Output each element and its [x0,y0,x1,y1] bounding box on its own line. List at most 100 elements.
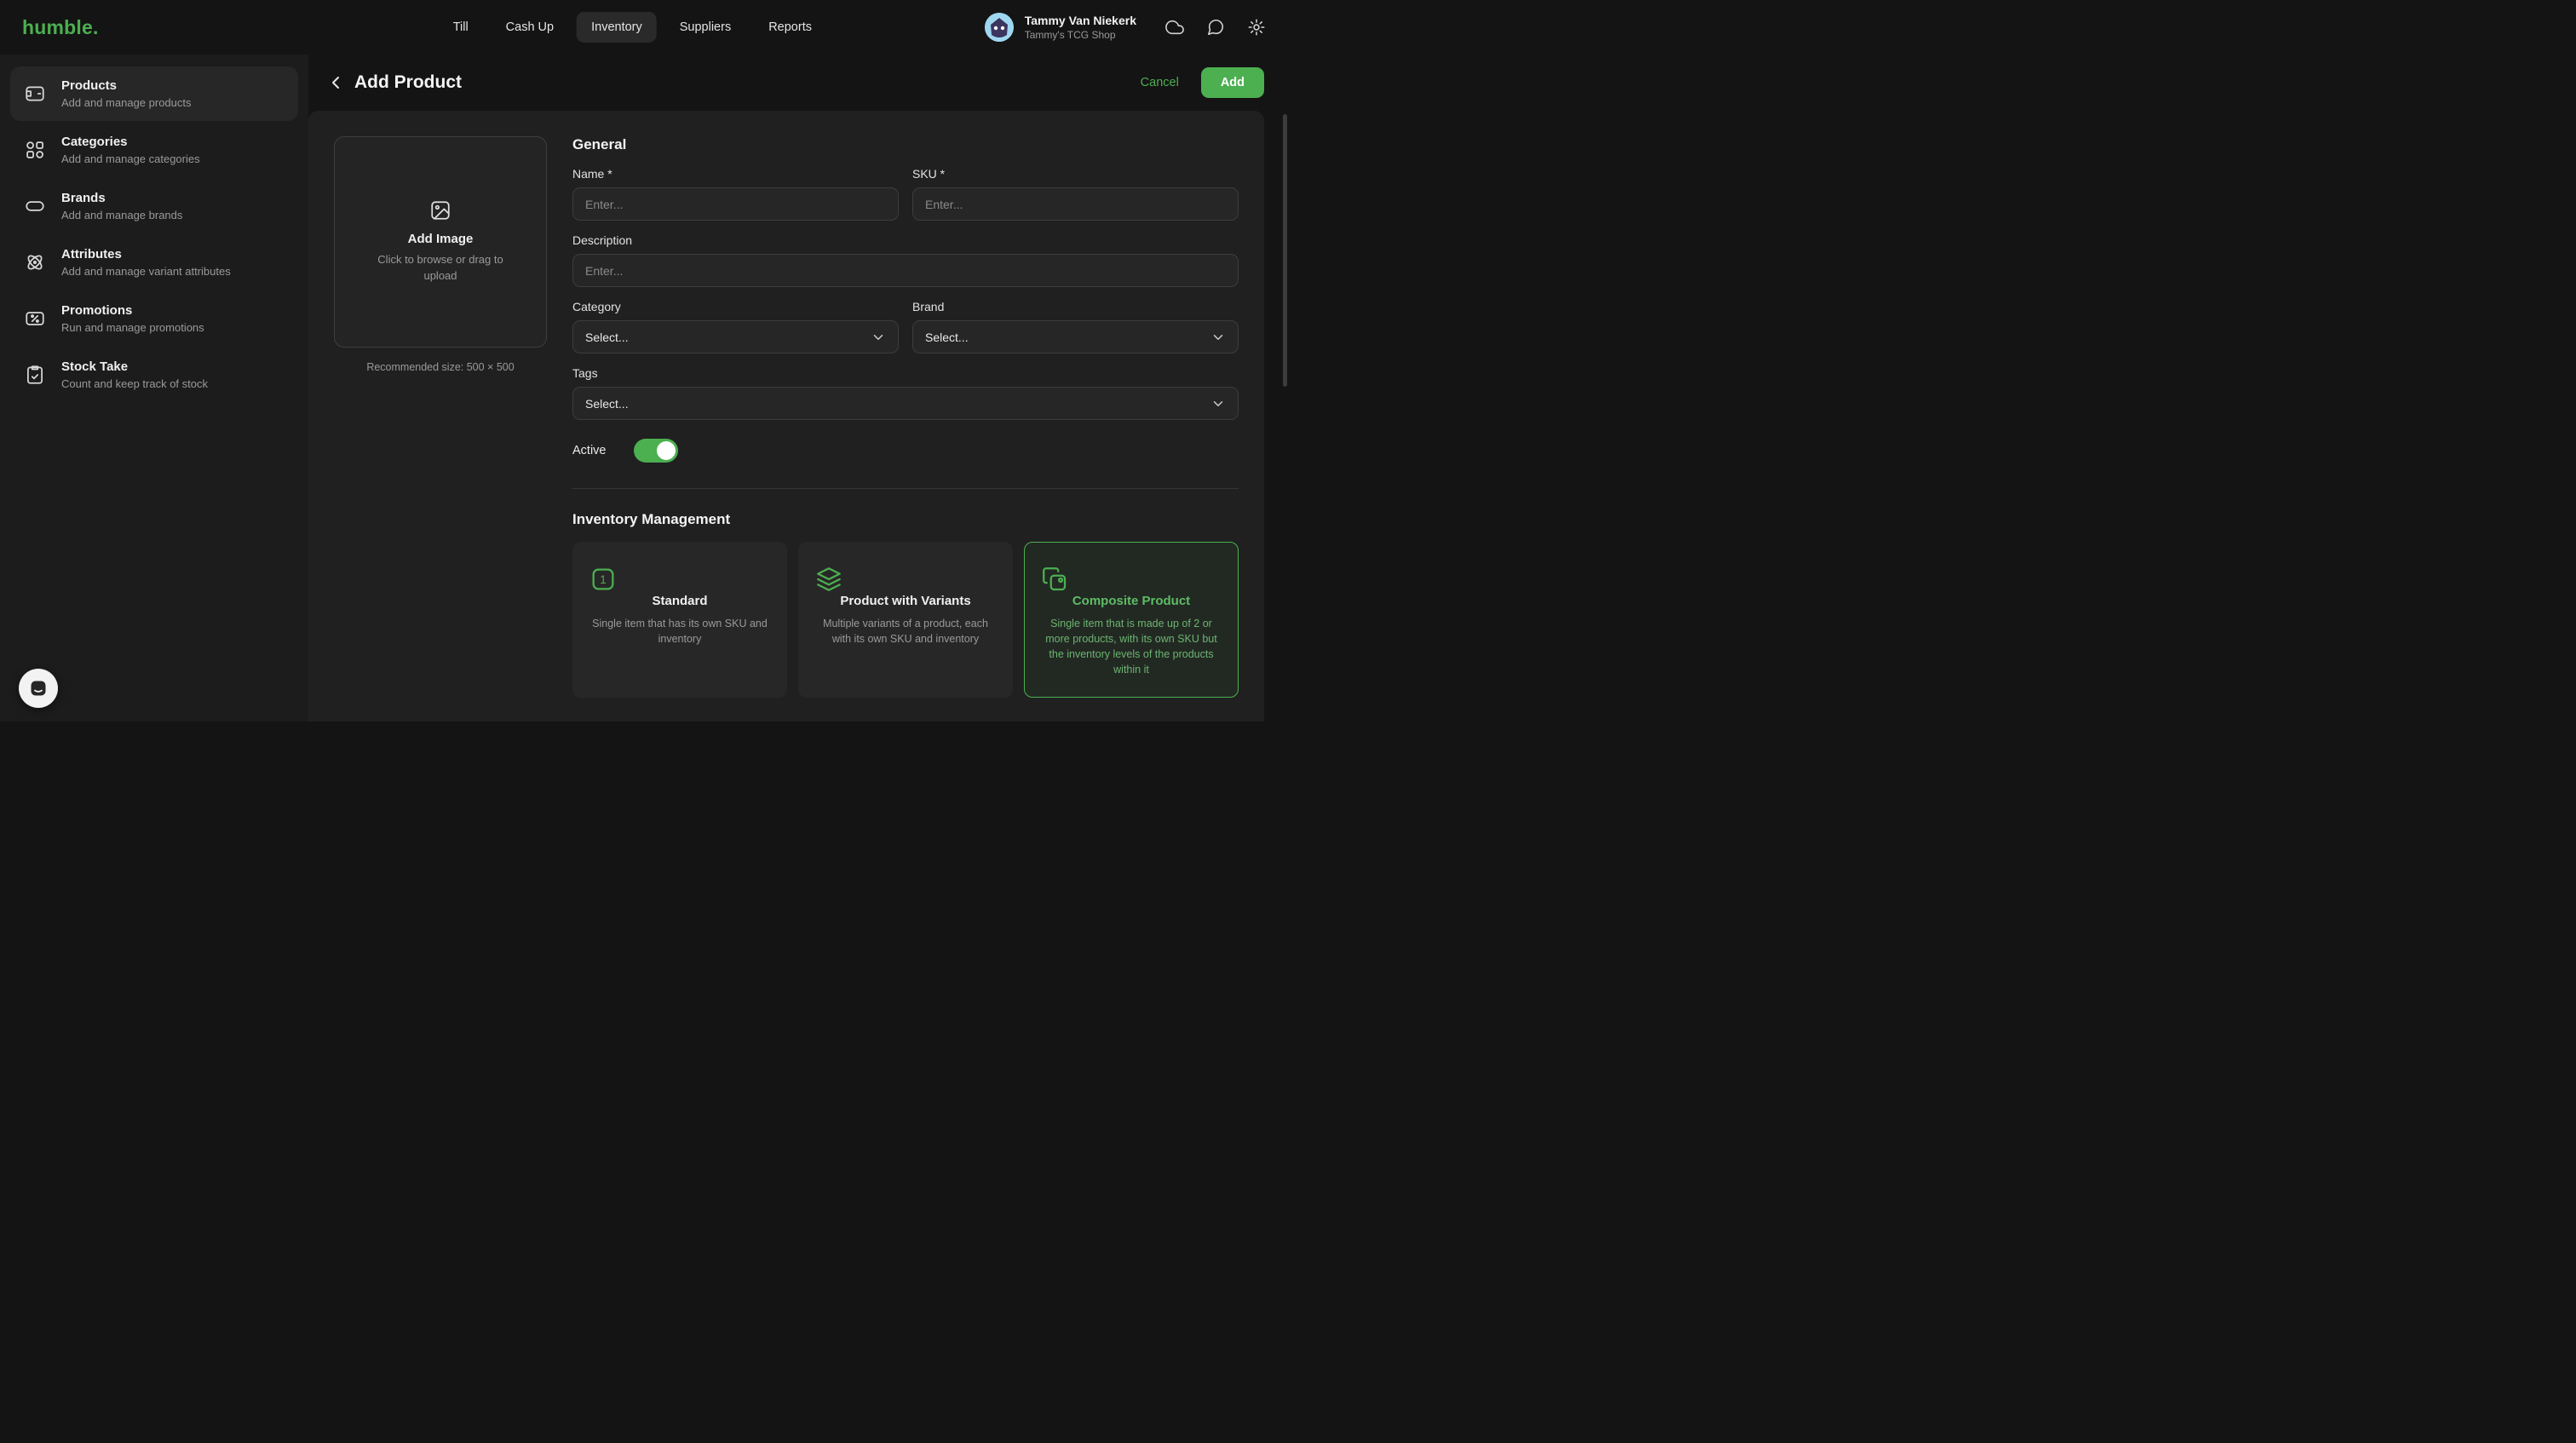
sku-input[interactable] [912,187,1239,221]
user-name: Tammy Van Niekerk [1025,14,1136,27]
sidebar-item-promotions[interactable]: Promotions Run and manage promotions [10,291,298,346]
primary-nav: Till Cash Up Inventory Suppliers Reports [439,0,826,55]
app: humble. Till Cash Up Inventory Suppliers… [0,0,1288,722]
section-divider [572,488,1239,489]
inventory-type-options: 1 Standard Single item that has its own … [572,542,1239,698]
upload-size-hint: Recommended size: 500 × 500 [334,361,547,373]
name-label: Name * [572,167,899,181]
category-select-value: Select... [585,331,629,344]
tags-label: Tags [572,366,1239,380]
tags-select-value: Select... [585,397,629,411]
active-row: Active [572,439,1239,463]
sidebar-item-subtitle: Count and keep track of stock [61,377,208,390]
standard-icon: 1 [589,565,771,594]
chevron-down-icon [871,330,886,345]
stock-take-icon [24,364,46,386]
upload-title: Add Image [408,232,474,246]
user-meta: Tammy Van Niekerk Tammy's TCG Shop [1025,14,1136,41]
description-field: Description [572,233,1239,287]
sidebar-item-categories[interactable]: Categories Add and manage categories [10,123,298,177]
inventory-option-description: Single item that has its own SKU and inv… [589,616,771,647]
sidebar-item-title: Brands [61,191,182,205]
toggle-knob [657,441,676,460]
sidebar-item-stock-take[interactable]: Stock Take Count and keep track of stock [10,348,298,402]
inventory-option-title: Composite Product [1040,594,1222,608]
chat-icon[interactable] [1206,18,1225,37]
inventory-section-title: Inventory Management [572,511,1239,528]
sidebar-item-products[interactable]: Products Add and manage products [10,66,298,121]
add-product-panel: Add Image Click to browse or drag to upl… [308,111,1264,722]
active-toggle[interactable] [634,439,678,463]
image-upload-dropzone[interactable]: Add Image Click to browse or drag to upl… [334,136,547,348]
settings-gear-icon[interactable] [1247,18,1266,37]
inventory-option-title: Product with Variants [814,594,997,608]
sidebar-item-subtitle: Add and manage categories [61,152,200,165]
sidebar-item-subtitle: Add and manage variant attributes [61,265,231,278]
chevron-down-icon [1210,330,1226,345]
tags-select[interactable]: Select... [572,387,1239,420]
inventory-option-variants[interactable]: Product with Variants Multiple variants … [798,542,1013,698]
active-label: Active [572,444,607,457]
sidebar-item-subtitle: Add and manage products [61,96,192,109]
nav-inventory[interactable]: Inventory [577,12,657,43]
name-field: Name * [572,167,899,221]
name-input[interactable] [572,187,899,221]
header-actions: Cancel Add [1141,67,1264,98]
categories-icon [24,139,46,161]
scrollbar[interactable] [1283,114,1287,387]
sku-label: SKU * [912,167,1239,181]
nav-suppliers[interactable]: Suppliers [665,12,745,43]
chevron-down-icon [1210,396,1226,411]
upload-subtitle: Click to browse or drag to upload [360,252,520,285]
sidebar-item-subtitle: Add and manage brands [61,209,182,221]
sidebar: Products Add and manage products Categor… [0,55,308,722]
page-header: Add Product Cancel Add [308,55,1288,111]
image-upload-column: Add Image Click to browse or drag to upl… [334,136,547,722]
sidebar-item-title: Products [61,78,192,93]
svg-text:1: 1 [600,573,606,586]
variants-icon [814,565,997,594]
composite-icon [1040,565,1222,594]
products-icon [24,83,46,105]
user-shop-name: Tammy's TCG Shop [1025,29,1136,41]
nav-cash-up[interactable]: Cash Up [492,12,568,43]
sidebar-item-title: Stock Take [61,359,208,374]
main-content: Add Product Cancel Add Add Image Click t… [308,55,1288,722]
user-cluster: Tammy Van Niekerk Tammy's TCG Shop [985,13,1266,42]
promotions-icon [24,308,46,330]
sidebar-item-brands[interactable]: Brands Add and manage brands [10,179,298,233]
brand-logo: humble. [22,16,99,39]
sidebar-item-title: Promotions [61,303,204,318]
inventory-option-composite[interactable]: Composite Product Single item that is ma… [1024,542,1239,698]
brand-field: Brand Select... [912,300,1239,354]
attributes-icon [24,251,46,273]
support-chat-launcher[interactable] [19,669,58,708]
brand-select-value: Select... [925,331,969,344]
top-navbar: humble. Till Cash Up Inventory Suppliers… [0,0,1288,55]
avatar[interactable] [985,13,1014,42]
inventory-option-description: Single item that is made up of 2 or more… [1040,616,1222,678]
category-field: Category Select... [572,300,899,354]
brand-select[interactable]: Select... [912,320,1239,354]
messenger-icon [28,678,49,699]
brand-label: Brand [912,300,1239,313]
inventory-option-standard[interactable]: 1 Standard Single item that has its own … [572,542,787,698]
description-label: Description [572,233,1239,247]
description-input[interactable] [572,254,1239,287]
sidebar-item-title: Attributes [61,247,231,262]
add-button[interactable]: Add [1201,67,1264,98]
nav-till[interactable]: Till [439,12,483,43]
cloud-sync-icon[interactable] [1165,18,1184,37]
sidebar-item-subtitle: Run and manage promotions [61,321,204,334]
back-button[interactable] [325,72,346,93]
sidebar-item-title: Categories [61,135,200,149]
sku-field: SKU * [912,167,1239,221]
category-select[interactable]: Select... [572,320,899,354]
page-title: Add Product [354,72,462,93]
inventory-option-title: Standard [589,594,771,608]
tags-field: Tags Select... [572,366,1239,420]
cancel-button[interactable]: Cancel [1141,76,1179,89]
nav-reports[interactable]: Reports [754,12,826,43]
form-column: General Name * SKU * Description [572,136,1239,722]
sidebar-item-attributes[interactable]: Attributes Add and manage variant attrib… [10,235,298,290]
